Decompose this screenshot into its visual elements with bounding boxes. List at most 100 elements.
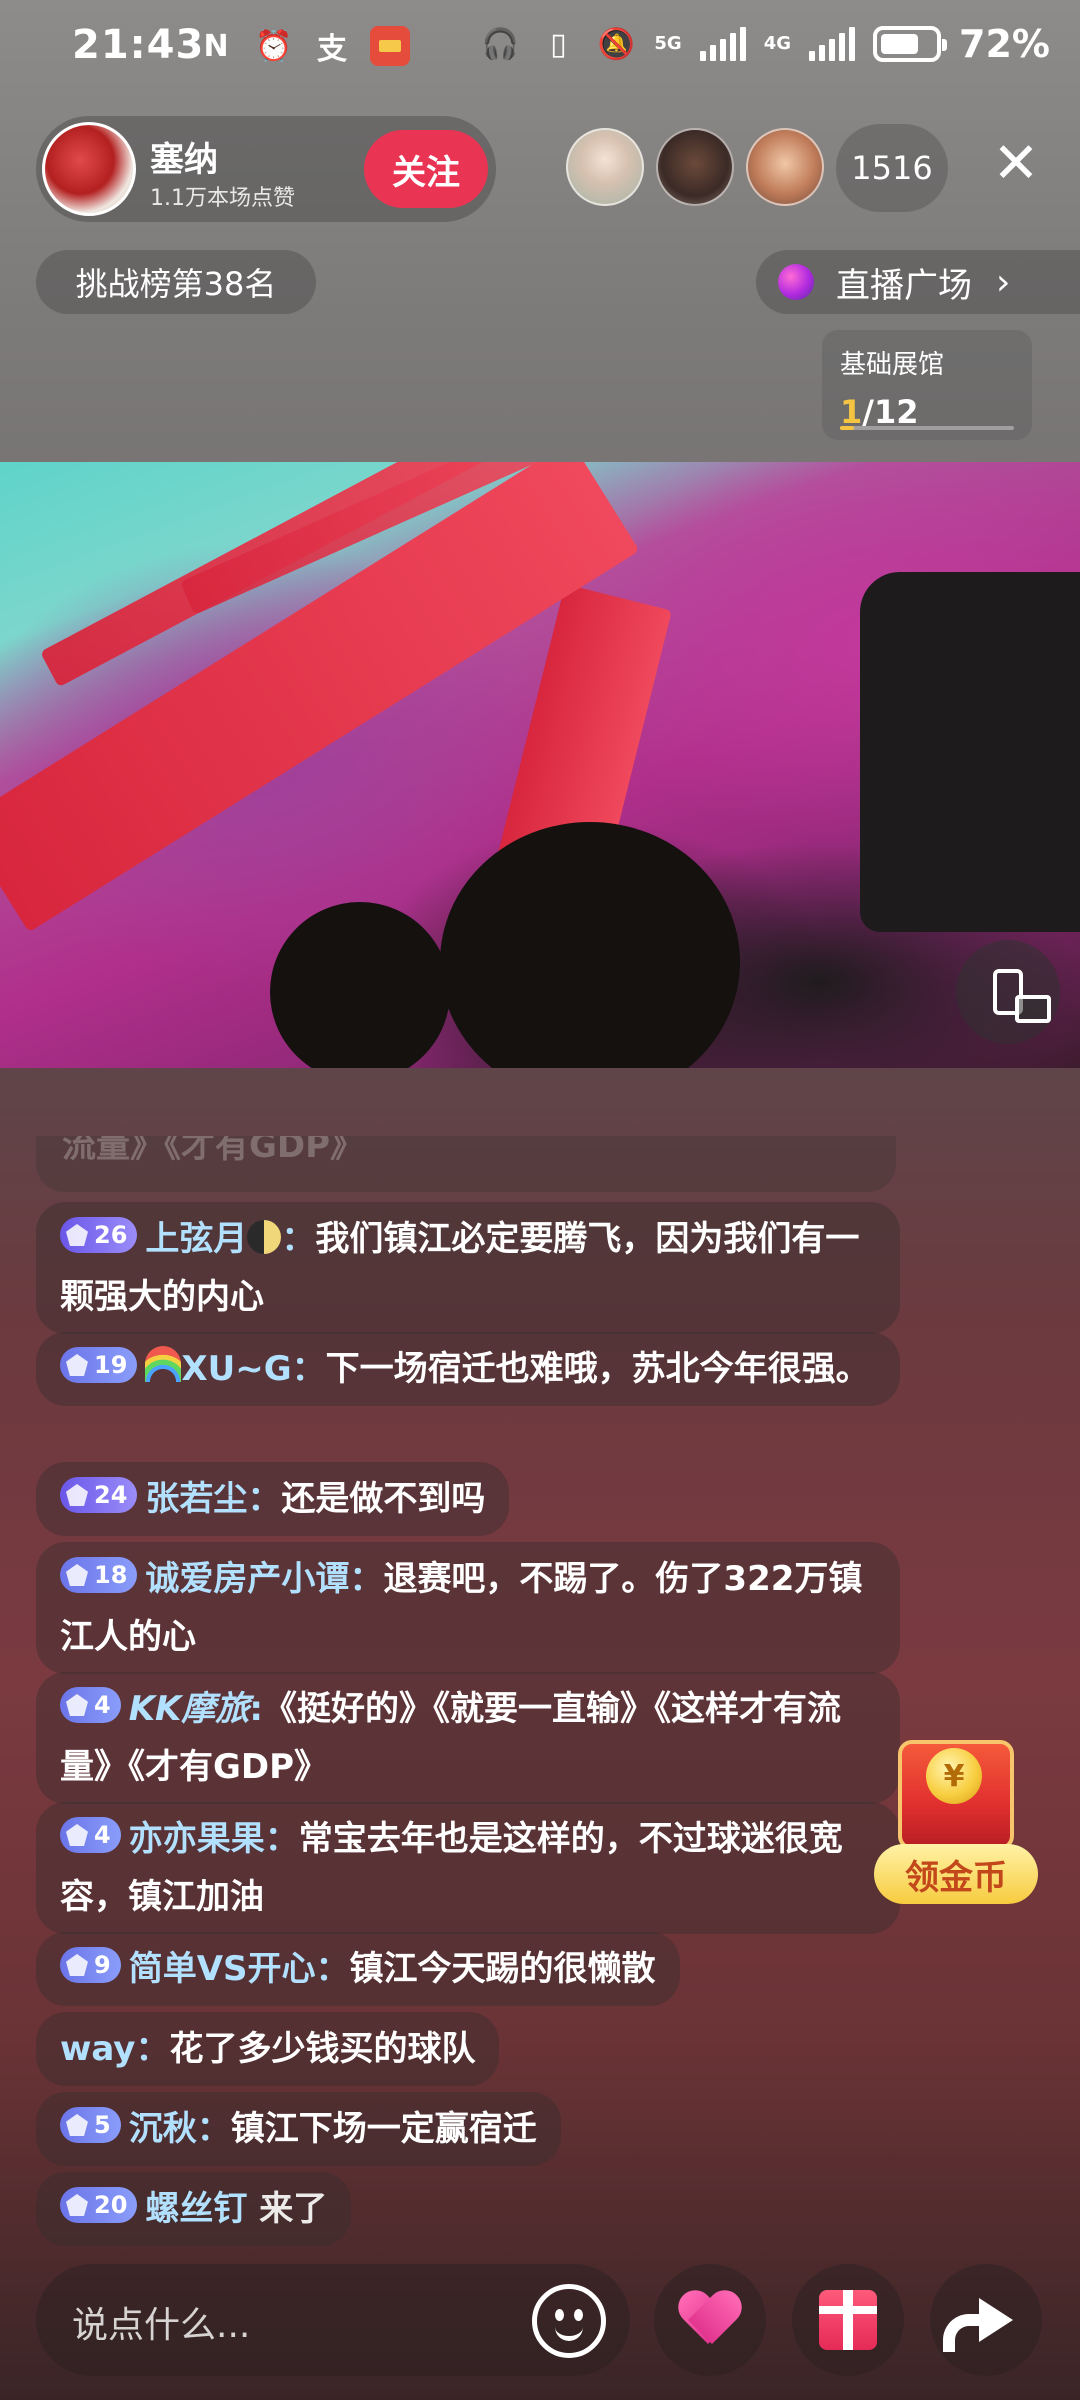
battery-icon [873, 26, 948, 62]
alarm-icon: ⏰ [255, 28, 293, 64]
chat-text: 镇江今天踢的很懒散 [349, 1949, 656, 1989]
sim-card-icon: ▯ [550, 26, 567, 62]
chat-message[interactable]: 26 上弦月 ：我们镇江必定要腾飞，因为我们有一颗强大的内心 [36, 1202, 900, 1334]
chat-message[interactable]: 4 KK摩旅:《挺好的》《就要一直输》《这样才有流量》《才有GDP》 [36, 1672, 900, 1804]
app-badge-icon [370, 26, 410, 66]
chat-username[interactable]: 上弦月 [145, 1219, 247, 1259]
headphones-icon: 🎧 [481, 26, 520, 62]
host-name: 塞纳 [150, 140, 218, 180]
host-likes: 1.1万本场点赞 [150, 186, 295, 211]
host-info[interactable]: 塞纳 1.1万本场点赞 关注 [36, 116, 496, 222]
chat-message[interactable]: 9 简单VS开心：镇江今天踢的很懒散 [36, 1932, 680, 2006]
level-number: 9 [94, 1951, 111, 1979]
claim-coins-label[interactable]: 领金币 [874, 1844, 1038, 1904]
share-button[interactable] [930, 2264, 1042, 2376]
user-level-badge: 26 [60, 1217, 138, 1253]
like-button[interactable] [654, 2264, 766, 2376]
chat-text: 来了 [259, 2189, 328, 2229]
viewer-avatars[interactable] [566, 128, 824, 206]
chat-message[interactable]: 20 螺丝钉 来了 [36, 2172, 352, 2246]
chat-separator: ： [291, 1349, 326, 1389]
status-bar: 21:43 N ⏰ 支 🎧 ▯ 🔕 5G 4G 72% [0, 0, 1080, 100]
chat-message[interactable]: 18 诚爱房产小谭：退赛吧，不踢了。伤了322万镇江人的心 [36, 1542, 900, 1674]
gift-button[interactable] [792, 2264, 904, 2376]
chat-message[interactable]: 5 沉秋：镇江下场一定赢宿迁 [36, 2092, 561, 2166]
user-level-badge: 19 [60, 1347, 138, 1383]
viewer-avatar[interactable] [746, 128, 824, 206]
follow-button[interactable]: 关注 [364, 130, 488, 208]
rotate-screen-icon[interactable] [956, 940, 1060, 1044]
chat-message[interactable]: 4 亦亦果果：常宝去年也是这样的，不过球迷很宽容，镇江加油 [36, 1802, 900, 1934]
rainbow-emoji-icon [145, 1346, 182, 1382]
chat-faded-message: 流量》《才有GDP》 [36, 1136, 896, 1192]
chat-username[interactable]: XU~G [181, 1349, 291, 1389]
video-fan-head [270, 902, 450, 1068]
chat-username[interactable]: KK摩旅 [129, 1689, 250, 1729]
exhibit-progress-bar [840, 426, 1014, 430]
chat-separator [247, 2189, 259, 2229]
chat-username[interactable]: 张若尘 [145, 1479, 247, 1519]
status-time: 21:43 [72, 22, 205, 68]
chat-username[interactable]: 沉秋 [129, 2109, 197, 2149]
alipay-icon: 支 [317, 32, 347, 67]
close-icon[interactable]: ✕ [988, 136, 1044, 192]
exhibit-card[interactable]: 基础展馆 1/12 [822, 330, 1032, 440]
host-avatar[interactable] [42, 122, 136, 216]
chat-message[interactable]: 24 张若尘：还是做不到吗 [36, 1462, 510, 1536]
planet-icon [778, 264, 814, 300]
user-level-badge: 20 [60, 2187, 138, 2223]
exhibit-title: 基础展馆 [840, 350, 945, 380]
exhibit-progress-fill [840, 426, 855, 430]
chat-separator: ： [349, 1559, 384, 1599]
chat-text: 还是做不到吗 [281, 1479, 486, 1519]
chat-separator: ： [315, 1949, 350, 1989]
chat-text: 花了多少钱买的球队 [169, 2029, 476, 2069]
user-level-badge: 9 [60, 1947, 121, 1983]
viewer-avatar[interactable] [566, 128, 644, 206]
heart-icon [678, 2292, 742, 2348]
status-right: 🎧 ▯ 🔕 5G 4G 72% [480, 22, 1050, 66]
chat-faded-text: 流量》《才有GDP》 [62, 1136, 365, 1166]
chat-username[interactable]: 亦亦果果 [129, 1819, 265, 1859]
battery-fill [881, 34, 919, 54]
chat-separator: : [249, 1689, 264, 1729]
level-number: 24 [94, 1481, 128, 1509]
chat-message[interactable]: 19 XU~G：下一场宿迁也难哦，苏北今年很强。 [36, 1332, 900, 1406]
network-5g-label: 5G [654, 33, 682, 54]
challenge-rank[interactable]: 挑战榜第38名 [36, 250, 316, 314]
battery-percent: 72% [959, 22, 1050, 66]
emoji-icon[interactable] [532, 2284, 606, 2358]
live-plaza-label: 直播广场 [836, 265, 972, 306]
signal-5g-icon [699, 27, 746, 61]
moon-emoji-icon [247, 1220, 282, 1254]
chat-username[interactable]: way [60, 2029, 135, 2069]
claim-coins-widget[interactable]: ¥ 领金币 [862, 1740, 1048, 1920]
chat-username[interactable]: 简单VS开心 [129, 1949, 316, 1989]
level-number: 20 [94, 2191, 128, 2219]
chat-separator: ： [247, 1479, 282, 1519]
viewer-avatar[interactable] [656, 128, 734, 206]
chat-text: 下一场宿迁也难哦，苏北今年很强。 [325, 1349, 870, 1389]
level-number: 18 [94, 1561, 128, 1589]
chat-username[interactable]: 螺丝钉 [145, 2189, 247, 2229]
level-number: 4 [94, 1821, 111, 1849]
live-plaza-button[interactable]: 直播广场 › [756, 250, 1080, 314]
user-level-badge: 4 [60, 1817, 121, 1853]
video-fan-shirt [860, 572, 1080, 932]
signal-4g-icon [809, 27, 856, 61]
live-video[interactable] [0, 462, 1080, 1068]
chat-username[interactable]: 诚爱房产小谭 [145, 1559, 349, 1599]
chat-separator: ： [281, 1219, 316, 1259]
nfc-icon: N [203, 28, 229, 64]
video-fan-head [440, 822, 740, 1068]
level-number: 4 [94, 1691, 111, 1719]
network-4g-label: 4G [763, 33, 792, 54]
chat-separator: ： [196, 2109, 231, 2149]
chat-message[interactable]: way：花了多少钱买的球队 [36, 2012, 500, 2086]
viewer-count[interactable]: 1516 [836, 124, 948, 212]
user-level-badge: 18 [60, 1557, 138, 1593]
mute-bell-icon: 🔕 [597, 26, 636, 62]
gift-icon [819, 2290, 877, 2350]
level-number: 5 [94, 2111, 111, 2139]
chevron-right-icon: › [996, 261, 1011, 303]
